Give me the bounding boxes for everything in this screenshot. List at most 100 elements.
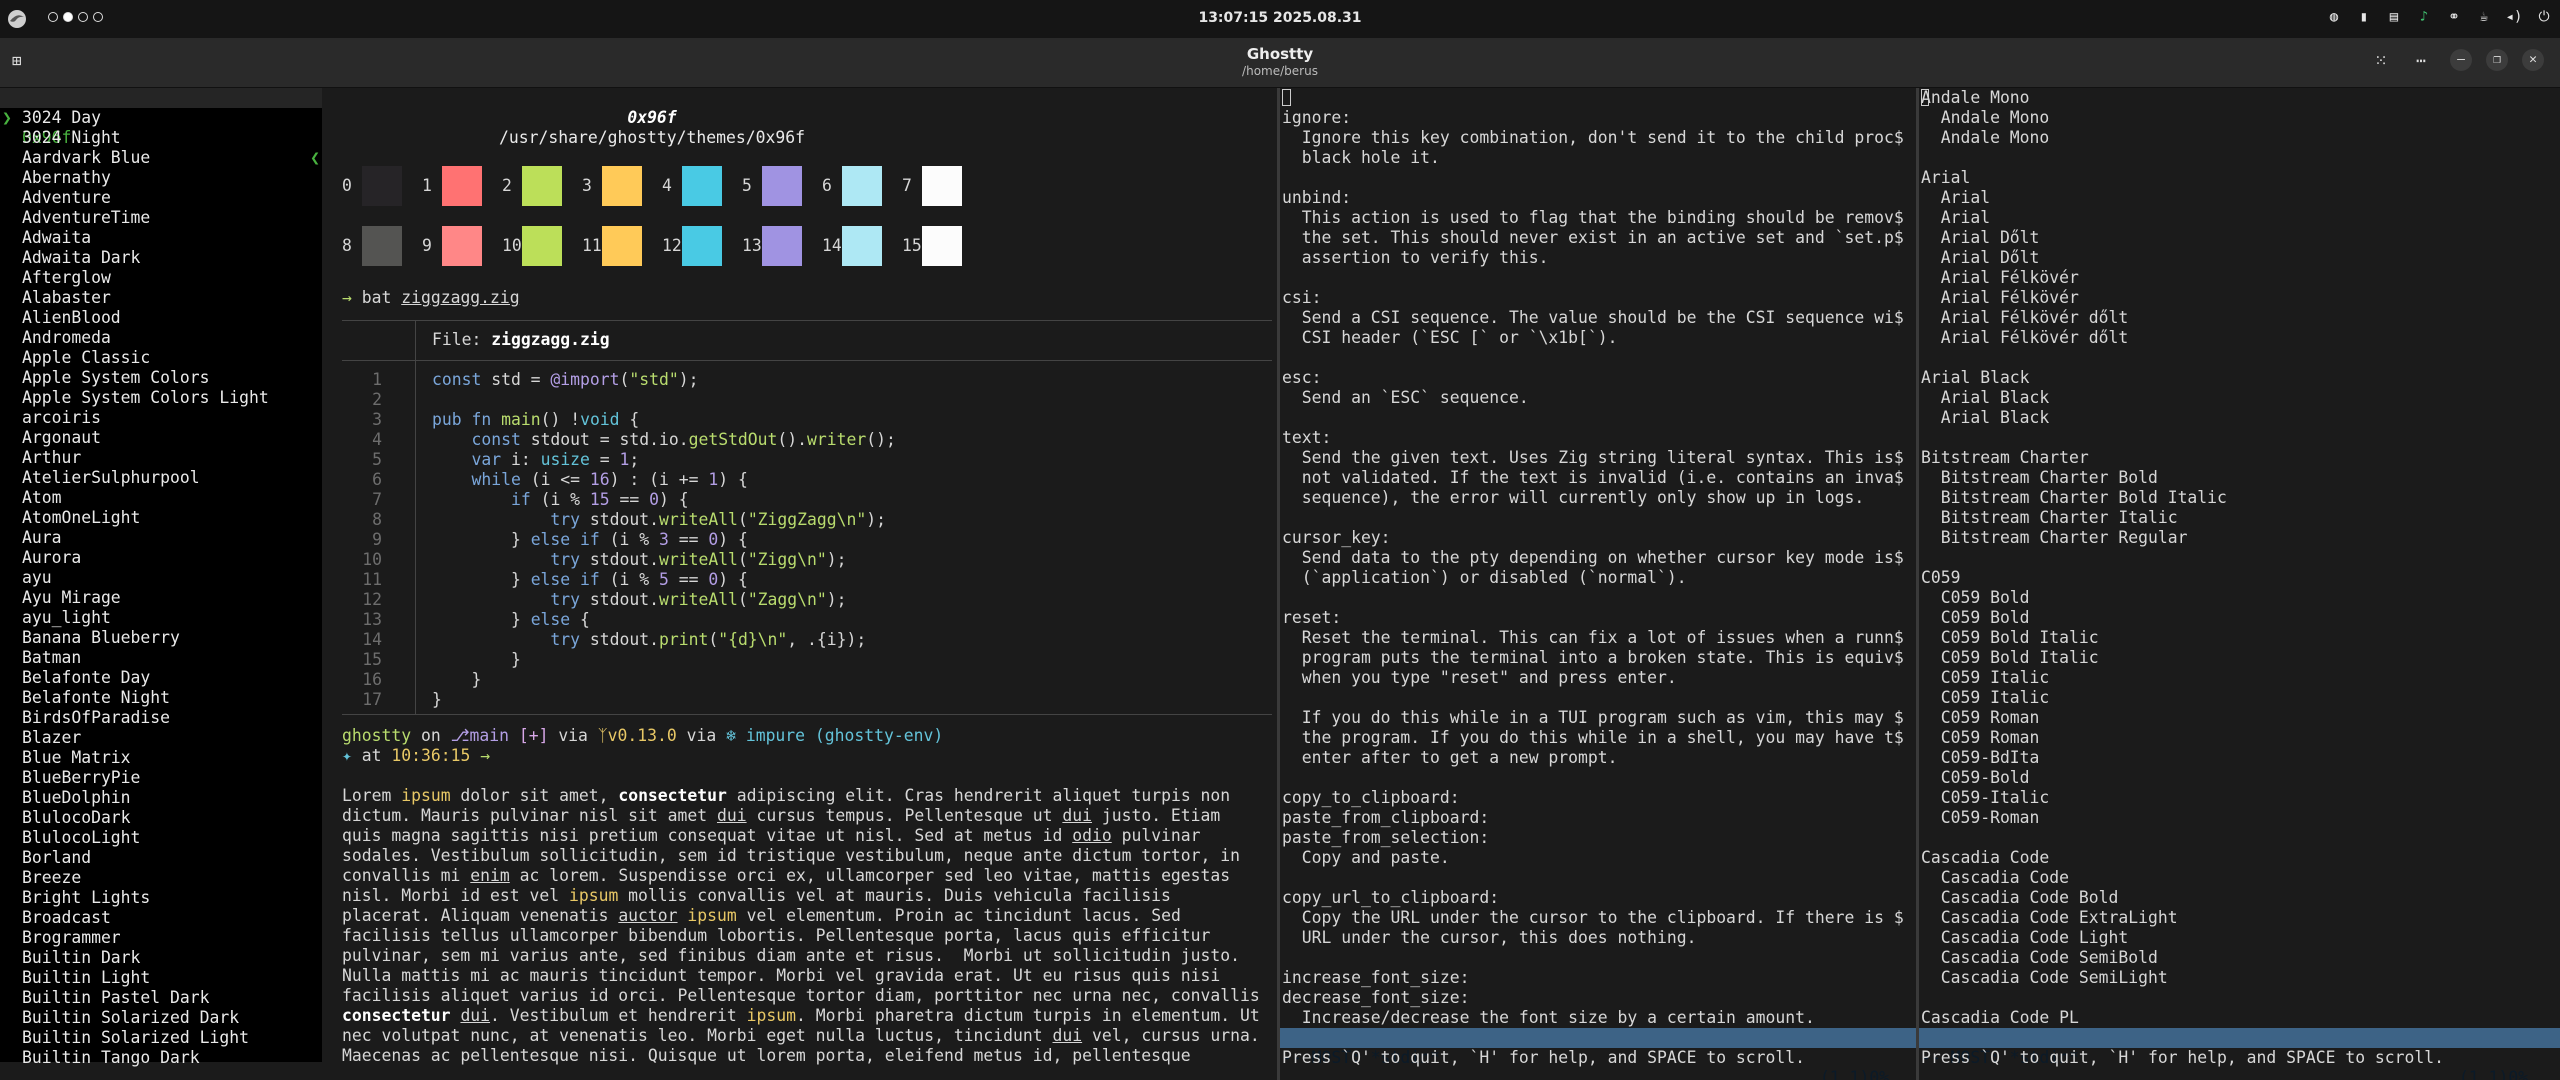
theme-list-item[interactable]: arcoiris (22, 408, 269, 428)
system-monitor-icon[interactable]: ◍ (2324, 9, 2344, 25)
theme-list-item[interactable]: Brogrammer (22, 928, 269, 948)
theme-list-item[interactable]: Aardvark Blue (22, 148, 269, 168)
battery-icon[interactable]: ▮ (2354, 9, 2374, 25)
theme-list-item[interactable]: BlueBerryPie (22, 768, 269, 788)
mug-icon[interactable]: ☕ (2474, 9, 2494, 25)
theme-list-item[interactable]: Atom (22, 488, 269, 508)
palette-index: 15 (902, 236, 922, 255)
theme-list-item[interactable]: Builtin Tango Dark (22, 1048, 269, 1068)
theme-list-item[interactable]: Bright Lights (22, 888, 269, 908)
pager-line: black hole it. (1282, 148, 1440, 167)
theme-list-item[interactable]: Apple Classic (22, 348, 269, 368)
theme-list-item[interactable]: Builtin Dark (22, 948, 269, 968)
font-list-line: Arial Black (1921, 408, 2050, 427)
command-name: bat (361, 288, 392, 307)
theme-list-item[interactable]: Builtin Solarized Dark (22, 1008, 269, 1028)
palette-index: 3 (582, 176, 592, 195)
grid-menu-icon[interactable]: ⁙ (2368, 48, 2394, 74)
theme-list-item[interactable]: Blue Matrix (22, 748, 269, 768)
prompt-dir: ghostty (342, 726, 412, 745)
theme-list-item[interactable]: AdventureTime (22, 208, 269, 228)
theme-list-item[interactable]: Broadcast (22, 908, 269, 928)
theme-list-item[interactable]: AtelierSulphurpool (22, 468, 269, 488)
font-list-line: Arial Black (1921, 368, 2030, 387)
theme-list-item[interactable]: AlienBlood (22, 308, 269, 328)
palette-swatch (922, 166, 962, 206)
minimize-button[interactable]: – (2450, 49, 2472, 71)
theme-list-item[interactable]: Abernathy (22, 168, 269, 188)
theme-list-item[interactable]: Aurora (22, 548, 269, 568)
maximize-button[interactable]: ❐ (2486, 49, 2508, 71)
theme-list-item[interactable]: ayu (22, 568, 269, 588)
theme-list-item[interactable]: Belafonte Day (22, 668, 269, 688)
theme-list-item[interactable]: BlulocoDark (22, 808, 269, 828)
theme-list-item[interactable]: Breeze (22, 868, 269, 888)
pager-line: copy_url_to_clipboard: (1282, 888, 1500, 907)
palette-swatch (522, 166, 562, 206)
pager-line: Send the given text. Uses Zig string lit… (1282, 448, 1904, 467)
theme-list-item[interactable]: Apple System Colors Light (22, 388, 269, 408)
theme-list-item[interactable]: Belafonte Night (22, 688, 269, 708)
theme-list-item[interactable]: Arthur (22, 448, 269, 468)
terminal-pane-keybind-docs[interactable]: ignore: Ignore this key combination, don… (1280, 88, 1916, 1080)
font-list-line: C059 Bold Italic (1921, 648, 2099, 667)
font-list-line: C059 Bold (1921, 608, 2030, 627)
code-line: if (i % 15 == 0) { (510, 490, 689, 509)
theme-list-item[interactable]: Builtin Light (22, 968, 269, 988)
theme-list-item[interactable]: Afterglow (22, 268, 269, 288)
font-list-line: C059 (1921, 568, 1961, 587)
theme-list-item[interactable]: 3024 Night (22, 128, 269, 148)
pager-line: Send a CSI sequence. The value should be… (1282, 308, 1904, 327)
pager-line (1282, 88, 1904, 108)
theme-list-item[interactable]: Ayu Mirage (22, 588, 269, 608)
theme-list-item[interactable]: Apple System Colors (22, 368, 269, 388)
pager-line: enter after to get a new prompt. (1282, 748, 1618, 767)
pager-line: cursor_key: (1282, 528, 1391, 547)
pager-line: Copy the URL under the cursor to the cli… (1282, 908, 1904, 927)
volume-icon[interactable]: ◂) (2504, 9, 2524, 25)
theme-list-item[interactable]: Adventure (22, 188, 269, 208)
zig-icon: ᛉ (597, 726, 608, 745)
link-icon[interactable]: ⚭ (2444, 9, 2464, 25)
more-options-icon[interactable]: ⋯ (2408, 48, 2434, 74)
clipboard-icon[interactable]: ▤ (2384, 9, 2404, 25)
code-line: var i: usize = 1; (471, 450, 640, 469)
font-list-line (1921, 548, 2227, 568)
prompt-at: at (361, 746, 382, 765)
theme-list-item[interactable]: Builtin Solarized Light (22, 1028, 269, 1048)
bell-icon[interactable]: ♪ (2414, 9, 2434, 25)
theme-list-item[interactable]: Adwaita (22, 228, 269, 248)
pager-line: assertion to verify this. (1282, 248, 1549, 267)
palette-index: 4 (662, 176, 672, 195)
bat-file-header: File: ziggzagg.zig (432, 330, 610, 350)
line-number: 6 (372, 470, 382, 489)
terminal-pane-font-list[interactable]: Andale Mono Andale Mono Andale Mono Arial… (1919, 88, 2560, 1080)
terminal-pane-themes[interactable]: ❯ 0x96f ❮ 3024 Day 3024 Night Aardvark Blu… (0, 88, 1277, 1080)
close-button[interactable]: ✕ (2522, 49, 2544, 71)
font-list-line: Arial Félkövér (1921, 268, 2079, 287)
theme-list-item[interactable]: BlueDolphin (22, 788, 269, 808)
theme-list-item[interactable]: Blazer (22, 728, 269, 748)
theme-list-item[interactable]: AtomOneLight (22, 508, 269, 528)
theme-list-item[interactable]: Andromeda (22, 328, 269, 348)
theme-list-item[interactable]: ayu_light (22, 608, 269, 628)
theme-list-item[interactable]: 3024 Day (22, 108, 269, 128)
theme-list-item[interactable]: Alabaster (22, 288, 269, 308)
theme-list-item[interactable]: BlulocoLight (22, 828, 269, 848)
clock[interactable]: 13:07:15 2025.08.31 (0, 10, 2560, 26)
theme-list-item[interactable]: Borland (22, 848, 269, 868)
theme-list-item[interactable]: Builtin Pastel Dark (22, 988, 269, 1008)
theme-list-item[interactable]: Banana Blueberry (22, 628, 269, 648)
pager-line (1282, 348, 1904, 368)
preview-theme-name: 0x96f (627, 108, 677, 127)
theme-list-item[interactable]: Aura (22, 528, 269, 548)
theme-list-item[interactable]: Adwaita Dark (22, 248, 269, 268)
system-tray: ◍ ▮ ▤ ♪ ⚭ ☕ ◂) ⏻ (2324, 9, 2554, 25)
theme-list-item[interactable]: BirdsOfParadise (22, 708, 269, 728)
theme-list[interactable]: ❯ 0x96f ❮ 3024 Day 3024 Night Aardvark Blu… (0, 88, 322, 1067)
theme-list-item[interactable]: Batman (22, 648, 269, 668)
theme-list-item[interactable]: Argonaut (22, 428, 269, 448)
power-icon[interactable]: ⏻ (2534, 9, 2554, 25)
theme-list-selected[interactable]: ❯ 0x96f ❮ (0, 88, 322, 167)
font-list-line: Arial (1921, 208, 1991, 227)
